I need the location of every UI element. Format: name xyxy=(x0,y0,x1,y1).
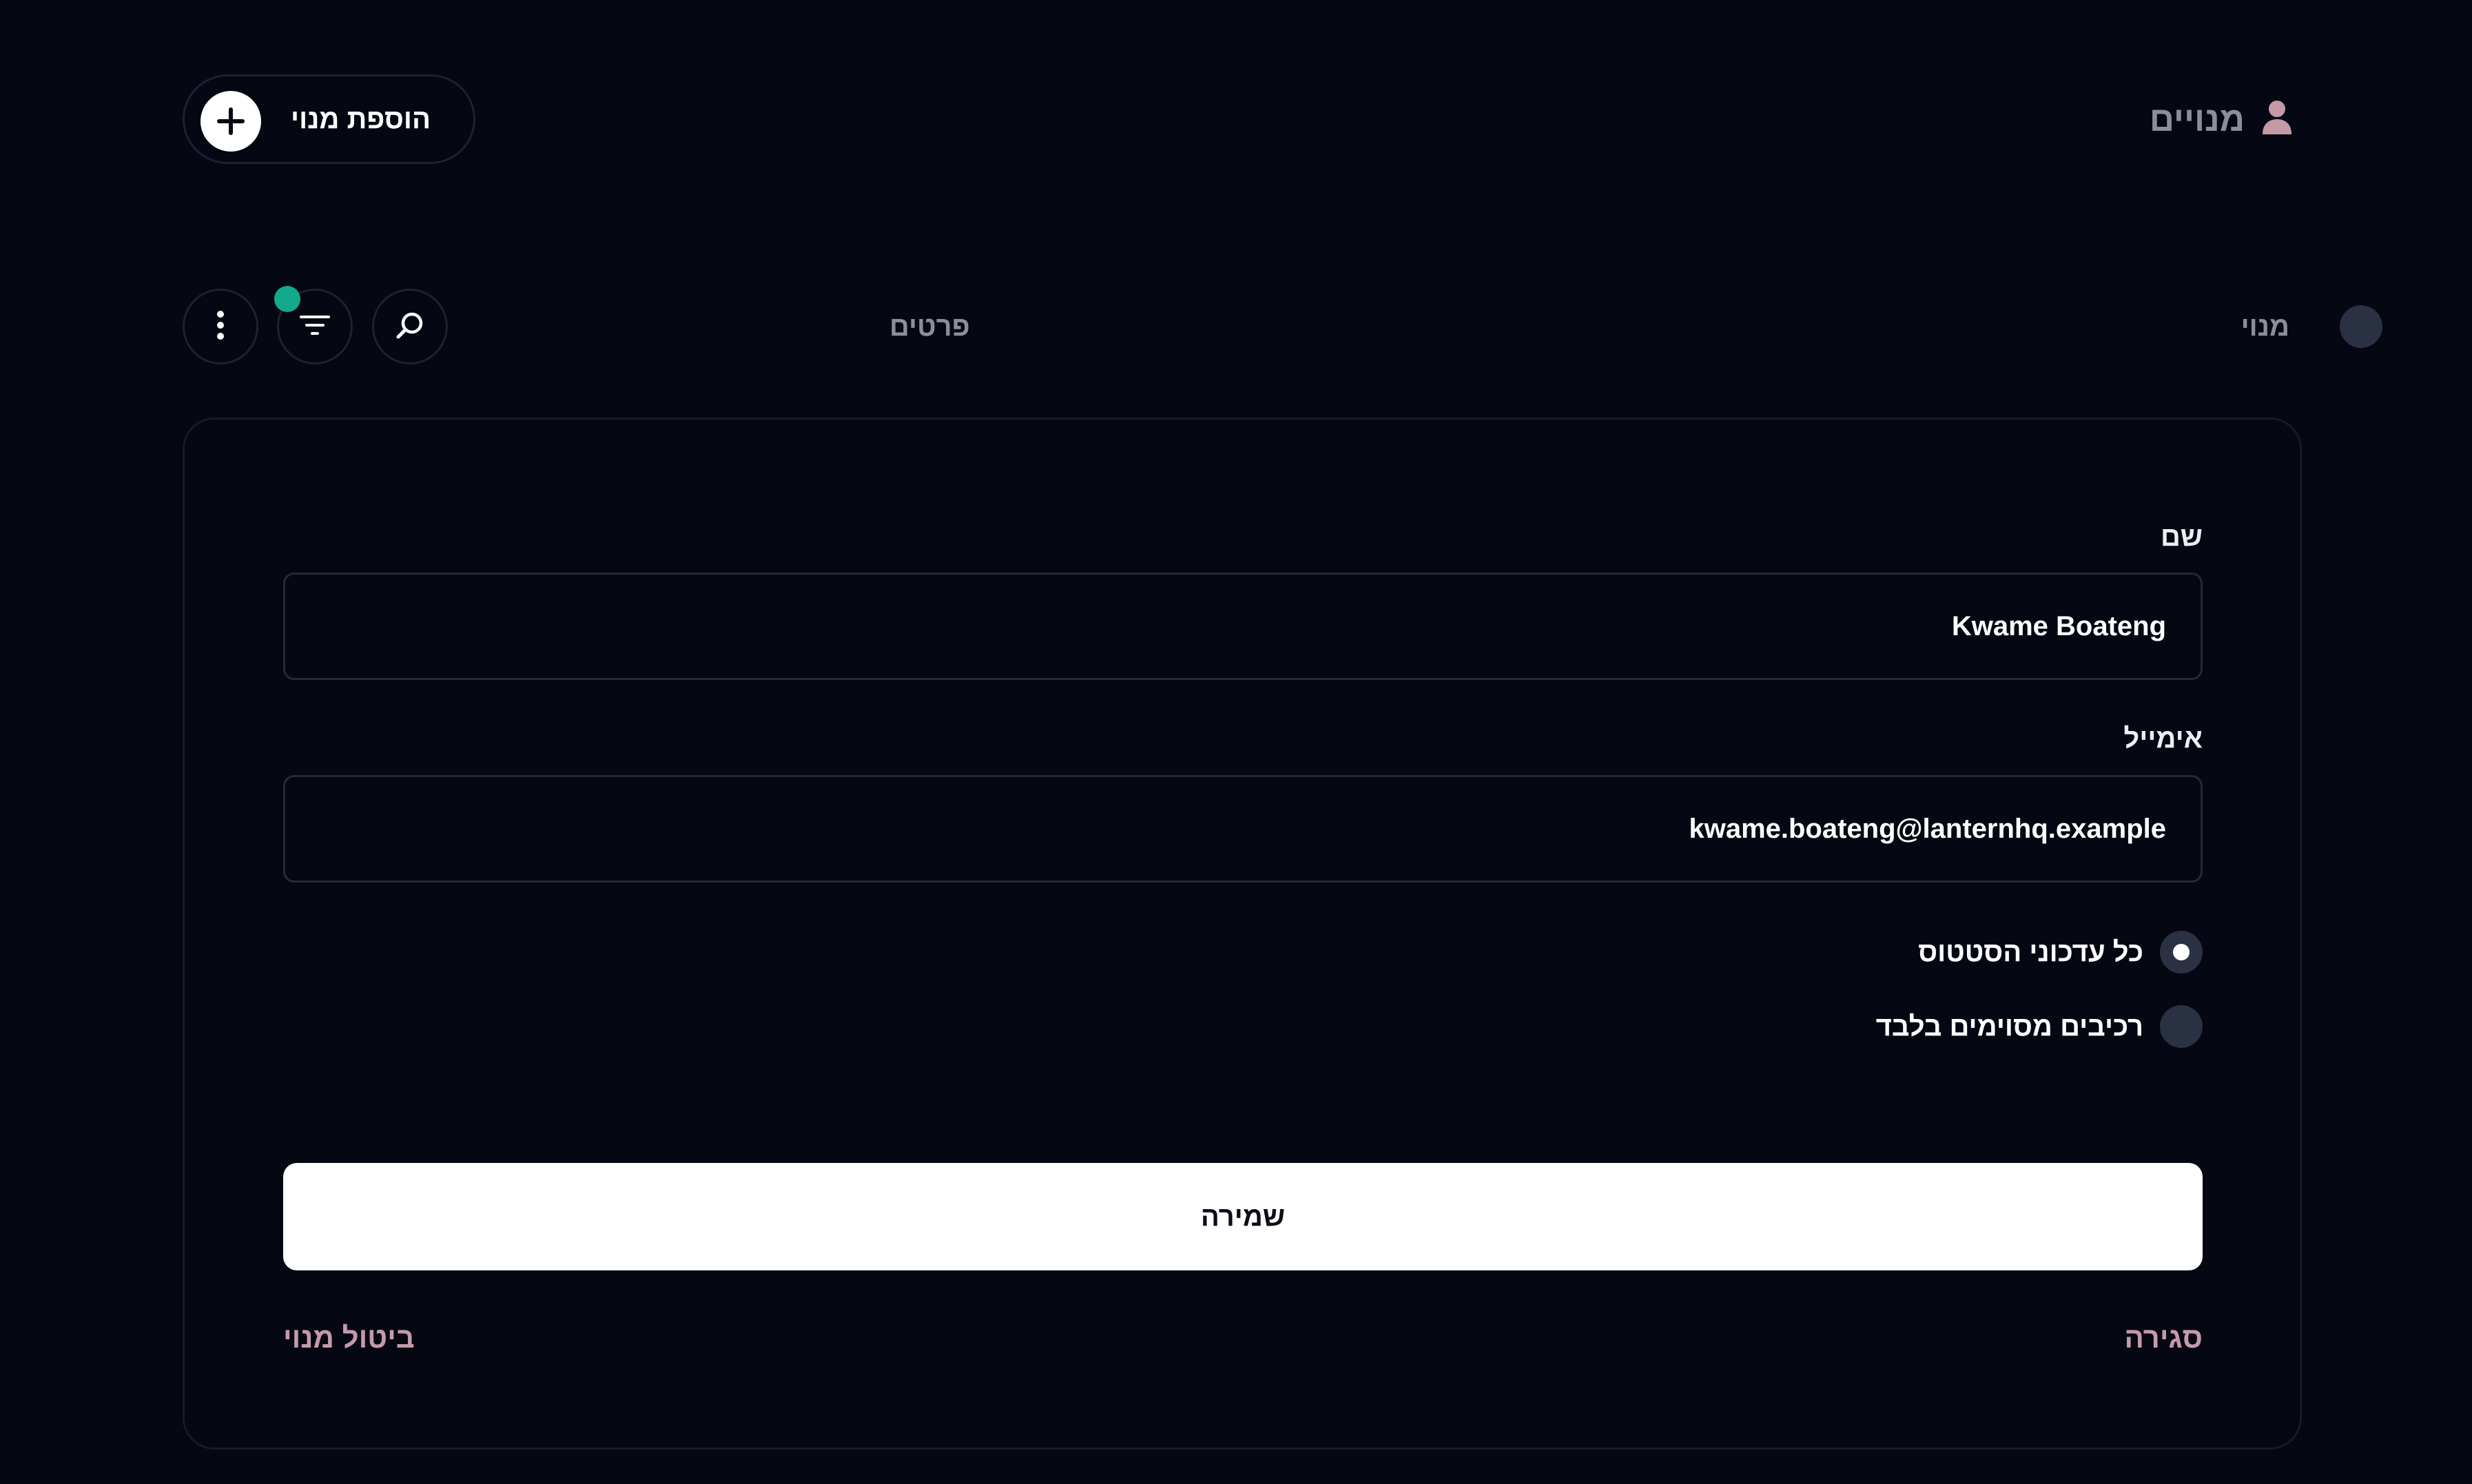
email-label: אימייל xyxy=(2123,723,2203,754)
avatar xyxy=(2340,305,2382,348)
name-input[interactable] xyxy=(283,573,2203,680)
user-icon xyxy=(2261,100,2293,139)
page-title: מנויים xyxy=(2149,100,2245,138)
plus-icon xyxy=(200,91,261,152)
email-input[interactable] xyxy=(283,775,2203,883)
radio-label-specific-components: רכיבים מסוימים בלבד xyxy=(1875,1011,2143,1042)
save-button[interactable]: שמירה xyxy=(283,1163,2203,1270)
radio-option-specific-components[interactable]: רכיבים מסוימים בלבד xyxy=(1876,1005,2203,1048)
more-vertical-icon xyxy=(216,310,225,344)
cancel-subscription-link[interactable]: ביטול מנוי xyxy=(283,1321,415,1354)
add-subscriber-label: הוספת מנוי xyxy=(291,104,431,134)
close-link[interactable]: סגירה xyxy=(2125,1321,2203,1354)
radio-button-unselected[interactable] xyxy=(2160,1005,2203,1048)
search-button[interactable] xyxy=(372,289,448,364)
radio-button-selected[interactable] xyxy=(2160,931,2203,973)
add-subscriber-button[interactable]: הוספת מנוי xyxy=(183,74,475,164)
radio-label-all-updates: כל עדכוני הסטטוס xyxy=(1918,936,2143,967)
name-label: שם xyxy=(2160,522,2203,552)
column-header-details: פרטים xyxy=(889,311,970,342)
radio-option-all-updates[interactable]: כל עדכוני הסטטוס xyxy=(1918,931,2203,973)
more-options-button[interactable] xyxy=(183,289,258,364)
column-header-subscriber: מנוי xyxy=(2241,311,2289,342)
filter-active-indicator xyxy=(274,286,300,312)
search-icon xyxy=(395,311,424,343)
page-header: מנויים xyxy=(2150,74,2293,164)
filter-icon xyxy=(300,313,330,340)
